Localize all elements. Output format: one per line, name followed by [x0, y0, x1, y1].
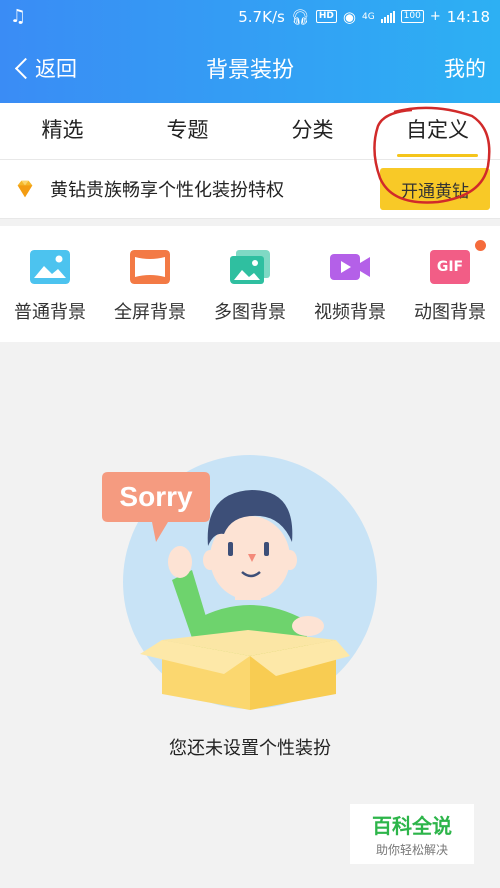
eye-icon: ◉ — [342, 7, 356, 26]
background-type-grid: 普通背景 全屏背景 多图背景 视频背景 GIF 动图背景 — [0, 226, 500, 342]
mine-button[interactable]: 我的 — [444, 53, 500, 83]
charging-icon: + — [429, 9, 441, 24]
bg-type-label: 多图背景 — [214, 302, 286, 323]
clock: 14:18 — [446, 7, 490, 26]
status-bar: ♫ 5.7K/s 🎧︎ HD ◉ 4G 100 + 14:18 — [0, 0, 500, 33]
watermark-title: 百科全说 — [372, 814, 452, 838]
headphone-icon: 🎧︎ — [290, 7, 310, 26]
tab-topics[interactable]: 专题 — [125, 103, 250, 159]
video-icon — [330, 254, 370, 280]
fullscreen-icon — [130, 250, 170, 284]
sorry-text: Sorry — [119, 481, 193, 512]
tab-featured[interactable]: 精选 — [0, 103, 125, 159]
battery-icon: 100 — [400, 10, 424, 23]
watermark: 百科全说 助你轻松解决 — [350, 804, 474, 864]
promo-text: 黄钻贵族畅享个性化装扮特权 — [50, 180, 284, 201]
new-badge-dot — [475, 240, 486, 251]
diamond-icon — [17, 180, 33, 198]
tab-bar: 精选 专题 分类 自定义 — [0, 103, 500, 159]
navigation-bar: 返回 背景装扮 我的 — [0, 33, 500, 103]
music-icon: ♫ — [10, 6, 27, 27]
tab-categories[interactable]: 分类 — [250, 103, 375, 159]
header: ♫ 5.7K/s 🎧︎ HD ◉ 4G 100 + 14:18 返回 背景装扮 … — [0, 0, 500, 103]
empty-state-illustration: Sorry — [102, 455, 377, 710]
multi-image-icon — [230, 250, 270, 284]
image-icon — [30, 250, 70, 284]
hd-badge: HD — [315, 10, 337, 23]
yellow-diamond-promo: 黄钻贵族畅享个性化装扮特权 开通黄钻 — [0, 159, 500, 219]
chevron-left-icon — [14, 57, 37, 79]
back-button[interactable]: 返回 — [0, 53, 77, 83]
bg-type-label: 动图背景 — [414, 302, 486, 323]
tab-custom[interactable]: 自定义 — [375, 103, 500, 159]
empty-state-message: 您还未设置个性装扮 — [169, 738, 331, 759]
network-speed: 5.7K/s — [238, 7, 285, 26]
signal-icon — [380, 10, 395, 23]
bg-type-normal[interactable]: 普通背景 — [0, 226, 100, 342]
bg-type-multi-image[interactable]: 多图背景 — [200, 226, 300, 342]
network-type: 4G — [361, 11, 375, 22]
active-tab-indicator — [397, 154, 478, 157]
bg-type-label: 普通背景 — [14, 302, 86, 323]
bg-type-fullscreen[interactable]: 全屏背景 — [100, 226, 200, 342]
watermark-subtitle: 助你轻松解决 — [375, 843, 448, 857]
bg-type-label: 全屏背景 — [114, 302, 186, 323]
bg-type-video[interactable]: 视频背景 — [300, 226, 400, 342]
activate-yellow-diamond-button[interactable]: 开通黄钻 — [380, 168, 490, 210]
back-label: 返回 — [35, 57, 77, 81]
bg-type-label: 视频背景 — [314, 302, 386, 323]
gif-icon: GIF — [430, 250, 470, 284]
bg-type-gif[interactable]: GIF 动图背景 — [400, 226, 500, 342]
